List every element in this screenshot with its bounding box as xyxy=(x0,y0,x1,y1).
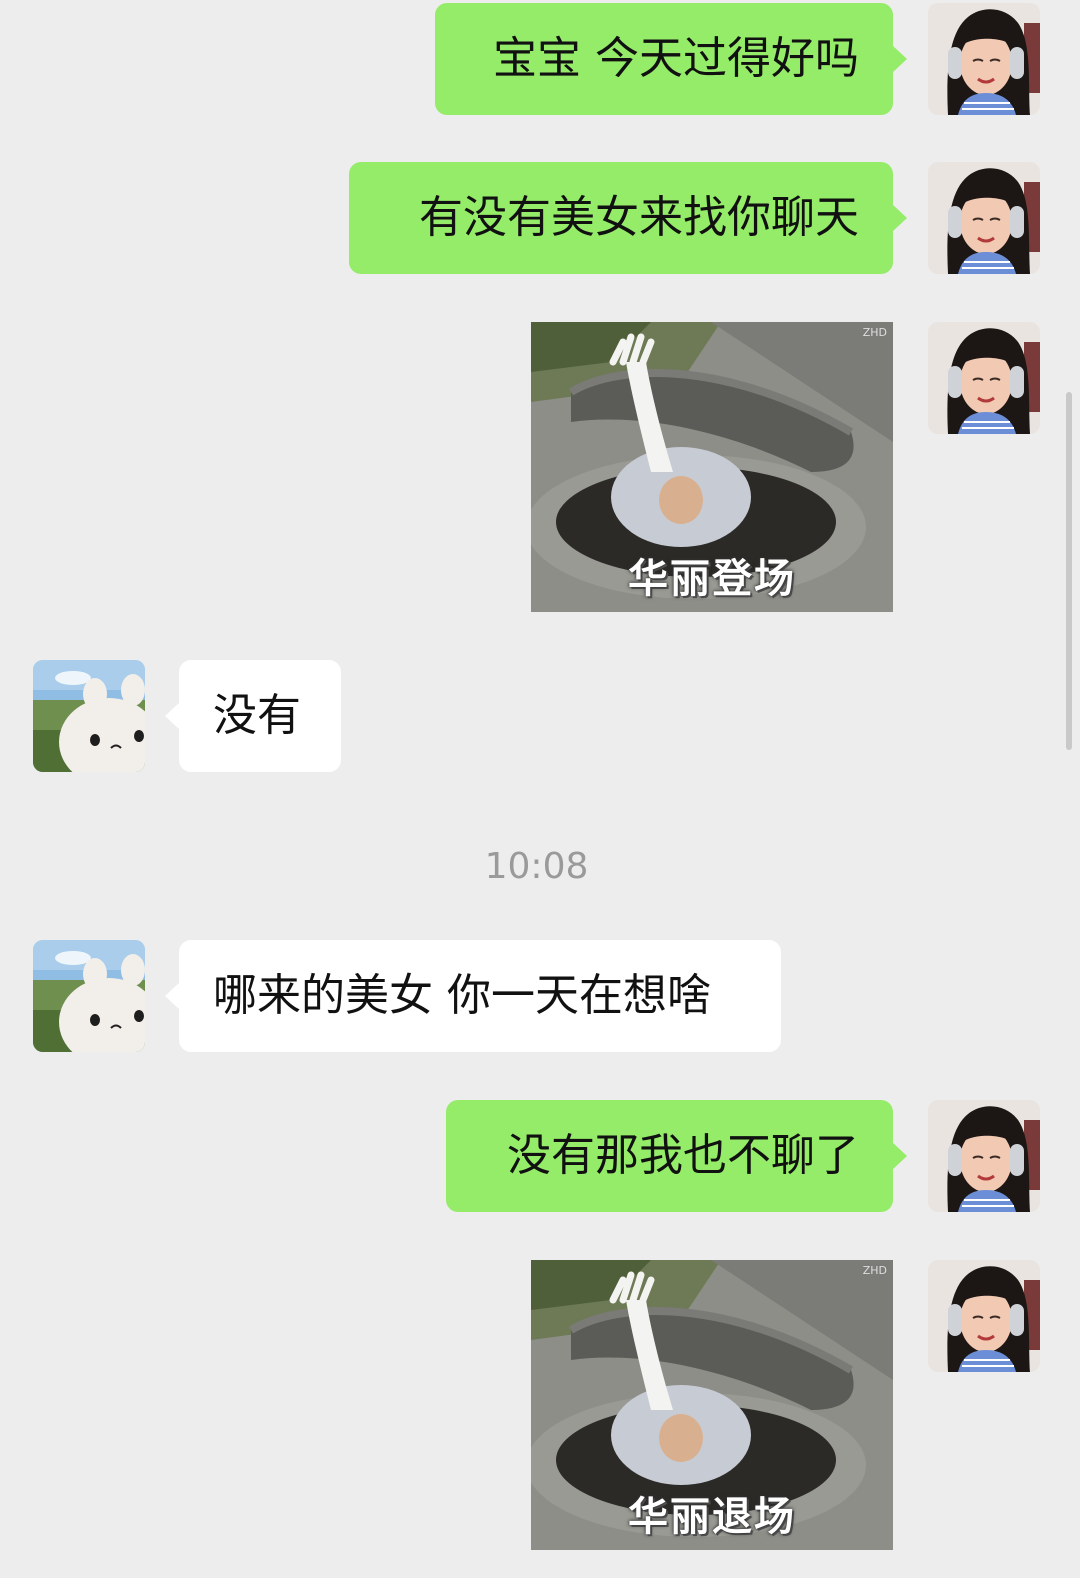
contact-avatar[interactable] xyxy=(33,940,145,1052)
girl-with-headphones-avatar-icon xyxy=(928,1260,1040,1372)
contact-avatar[interactable] xyxy=(33,660,145,772)
scrollbar[interactable] xyxy=(1066,392,1072,750)
message-bubble-received[interactable]: 哪来的美女 你一天在想啥 xyxy=(165,940,781,1052)
sticker-caption: 华丽登场 xyxy=(628,556,796,602)
girl-with-headphones-avatar-icon xyxy=(928,162,1040,274)
my-avatar[interactable] xyxy=(928,322,1040,434)
message-bubble-sent[interactable]: 宝宝 今天过得好吗 xyxy=(435,3,907,115)
my-avatar[interactable] xyxy=(928,162,1040,274)
girl-with-headphones-avatar-icon xyxy=(928,3,1040,115)
sticker-watermark: ZHD xyxy=(862,1264,887,1277)
sticker-watermark: ZHD xyxy=(862,326,887,339)
my-avatar[interactable] xyxy=(928,1100,1040,1212)
message-bubble-sent[interactable]: 有没有美女来找你聊天 xyxy=(349,162,907,274)
chat-area[interactable]: 宝宝 今天过得好吗 有没有美女来找你聊天 ZHD 华丽登场 没有 10:08 哪… xyxy=(0,0,1080,1578)
my-avatar[interactable] xyxy=(928,3,1040,115)
sticker-message[interactable]: ZHD 华丽退场 xyxy=(531,1260,893,1550)
girl-with-headphones-avatar-icon xyxy=(928,322,1040,434)
message-bubble-received[interactable]: 没有 xyxy=(165,660,341,772)
sticker-message[interactable]: ZHD 华丽登场 xyxy=(531,322,893,612)
my-avatar[interactable] xyxy=(928,1260,1040,1372)
message-timestamp: 10:08 xyxy=(484,846,589,887)
girl-with-headphones-avatar-icon xyxy=(928,1100,1040,1212)
white-cat-plush-avatar-icon xyxy=(33,940,145,1052)
white-cat-plush-avatar-icon xyxy=(33,660,145,772)
sticker-caption: 华丽退场 xyxy=(628,1494,796,1540)
message-bubble-sent[interactable]: 没有那我也不聊了 xyxy=(446,1100,907,1212)
